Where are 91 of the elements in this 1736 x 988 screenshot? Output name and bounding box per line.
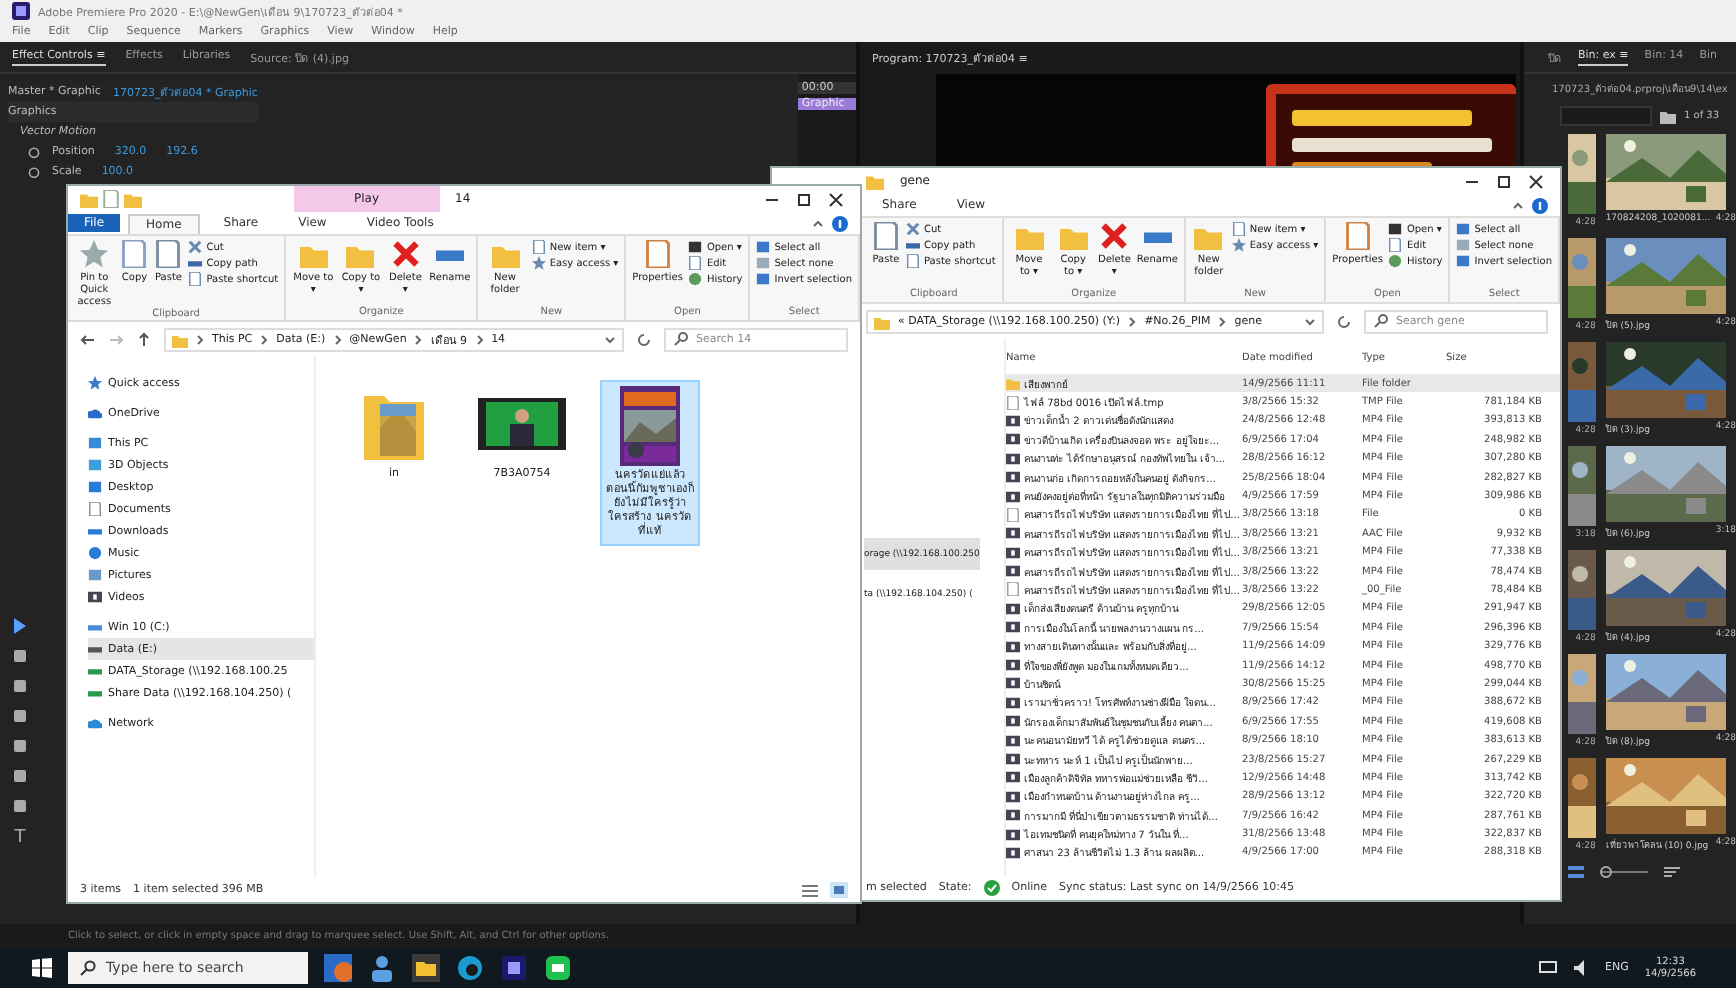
video-file-icon	[1006, 601, 1020, 616]
volume-icon[interactable]	[1573, 960, 1589, 976]
back-icon[interactable]	[80, 331, 96, 347]
chevron-icon	[260, 333, 269, 345]
start-icon[interactable]	[32, 958, 52, 978]
video-file-icon	[1006, 451, 1020, 466]
file-explorer-icon[interactable]	[412, 954, 440, 982]
film-icon	[88, 590, 102, 604]
delete-icon	[1100, 222, 1129, 250]
search-icon	[1374, 314, 1388, 328]
premiere-logo-icon	[12, 2, 30, 20]
help-icon[interactable]	[1532, 197, 1548, 213]
type-tool[interactable]: T	[14, 828, 26, 848]
video-file-icon	[1006, 845, 1020, 860]
video-file-icon	[1006, 564, 1020, 579]
edit-icon	[688, 256, 703, 270]
collapse-ribbon-icon[interactable]	[812, 217, 824, 229]
edge-icon[interactable]	[456, 954, 484, 982]
properties-icon	[102, 190, 120, 208]
properties-icon	[1343, 222, 1372, 250]
video-file-icon	[1006, 695, 1020, 710]
new-item-icon	[531, 240, 546, 254]
video-file-icon	[1006, 789, 1020, 804]
video-file-icon	[1006, 470, 1020, 485]
video-file-icon	[1006, 639, 1020, 654]
new-item-icon	[1231, 222, 1246, 236]
video-file-icon	[1006, 733, 1020, 748]
help-icon[interactable]	[832, 215, 848, 231]
video-file-icon	[1006, 827, 1020, 842]
folder-icon	[1660, 108, 1676, 124]
folder-icon	[172, 331, 188, 347]
video-file-icon	[1006, 489, 1020, 504]
file-icon	[1006, 395, 1020, 410]
zoom-slider-icon[interactable]	[1600, 864, 1648, 880]
details-view-icon[interactable]	[802, 883, 818, 897]
chevron-icon	[1218, 315, 1227, 327]
video-file-icon	[1006, 432, 1020, 447]
video-file-icon	[1006, 752, 1020, 766]
video-file-icon	[1006, 620, 1020, 635]
document-icon	[88, 502, 102, 516]
premiere-icon[interactable]	[500, 954, 528, 982]
video-file-icon	[1006, 808, 1020, 823]
folder-icon	[874, 313, 890, 329]
close-icon[interactable]	[828, 191, 844, 207]
chat-icon[interactable]	[544, 954, 572, 982]
delete-icon	[391, 240, 420, 268]
maximize-icon[interactable]	[796, 191, 812, 207]
paste-shortcut-icon	[906, 254, 920, 268]
dropdown-icon[interactable]	[604, 333, 616, 345]
video-file-icon	[1006, 676, 1020, 691]
clipboard-icon	[154, 240, 183, 268]
refresh-icon[interactable]	[1336, 313, 1352, 329]
close-icon[interactable]	[1528, 173, 1544, 189]
file-icon	[1006, 582, 1020, 597]
star-icon	[88, 376, 102, 390]
chevron-icon	[333, 333, 342, 345]
video-file-icon	[1006, 714, 1020, 729]
chevron-icon	[414, 333, 423, 345]
sync-ok-icon	[983, 880, 1000, 896]
search-icon	[80, 960, 96, 976]
list-view-icon[interactable]	[1568, 864, 1584, 880]
video-file-icon	[1006, 658, 1020, 673]
selection-tool-icon[interactable]	[12, 618, 28, 634]
search-field[interactable]	[1560, 106, 1652, 126]
person-icon[interactable]	[368, 954, 396, 982]
collapse-ribbon-icon[interactable]	[1512, 199, 1524, 211]
video-file-icon	[1006, 770, 1020, 785]
search-icon	[674, 332, 688, 346]
large-icons-view-icon[interactable]	[830, 882, 848, 898]
file-icon	[1006, 507, 1020, 522]
folder-icon	[1006, 376, 1020, 391]
edit-icon	[1388, 238, 1403, 252]
maximize-icon[interactable]	[1496, 173, 1512, 189]
chevron-icon	[475, 333, 484, 345]
clipboard-icon	[872, 222, 900, 250]
properties-icon	[643, 240, 672, 268]
copy-icon	[120, 240, 149, 268]
paste-shortcut-icon	[188, 272, 203, 286]
folder-icon	[124, 190, 142, 208]
cloud-icon	[88, 406, 102, 420]
up-icon[interactable]	[136, 331, 152, 347]
video-file-icon	[1006, 526, 1020, 541]
chevron-icon	[196, 333, 204, 345]
folder-icon	[80, 190, 98, 208]
sort-icon[interactable]	[1664, 864, 1680, 880]
dropdown-icon[interactable]	[1304, 315, 1316, 327]
refresh-icon[interactable]	[636, 331, 652, 347]
chevron-icon	[1128, 315, 1137, 327]
video-file-icon	[1006, 545, 1020, 560]
folder-icon	[866, 172, 884, 190]
video-file-icon	[1006, 413, 1020, 428]
